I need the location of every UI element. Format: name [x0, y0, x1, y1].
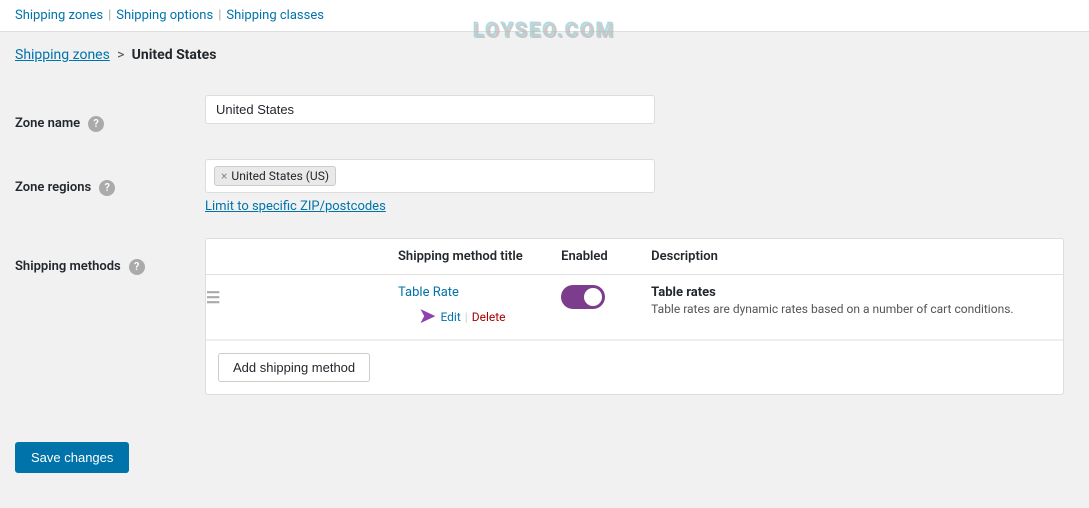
zone-name-input[interactable]: [205, 95, 655, 124]
save-changes-button[interactable]: Save changes: [15, 442, 129, 473]
main-content: Zone name ? Zone regions ?: [0, 73, 1089, 427]
add-method-wrap: Add shipping method: [206, 340, 1063, 394]
zone-regions-label: Zone regions: [15, 180, 91, 195]
method-desc-title: Table rates: [651, 285, 1051, 300]
method-row-0: ☰ Table Rate ➤ Edit: [206, 275, 1063, 340]
methods-table: Shipping method title Enabled Descriptio…: [206, 239, 1063, 340]
region-tag-remove[interactable]: ×: [221, 170, 227, 182]
method-delete-link[interactable]: Delete: [472, 310, 506, 324]
nav-shipping-options[interactable]: Shipping options: [116, 8, 213, 23]
nav-shipping-zones[interactable]: Shipping zones: [15, 8, 103, 23]
zip-postcodes-link[interactable]: Limit to specific ZIP/postcodes: [205, 199, 1064, 214]
nav-shipping-classes[interactable]: Shipping classes: [226, 8, 324, 23]
save-row: Save changes: [0, 427, 1089, 488]
region-tag-label: United States (US): [231, 169, 329, 183]
method-actions: ➤ Edit | Delete: [398, 304, 537, 329]
form-table: Zone name ? Zone regions ?: [15, 83, 1074, 407]
toggle-slider: [561, 285, 605, 309]
col-desc: Description: [639, 239, 1063, 275]
col-title: Shipping method title: [386, 239, 549, 275]
nav-sep-1: |: [108, 8, 111, 23]
method-desc-text: Table rates are dynamic rates based on a…: [651, 302, 1051, 316]
zone-regions-help[interactable]: ?: [99, 180, 115, 196]
region-tag-us: × United States (US): [214, 166, 336, 186]
breadcrumb-current: United States: [132, 47, 217, 63]
col-enabled: Enabled: [549, 239, 639, 275]
methods-table-header: Shipping method title Enabled Descriptio…: [206, 239, 1063, 275]
shipping-methods-row: Shipping methods ? Shipping method title…: [15, 226, 1074, 407]
col-drag: [206, 239, 386, 275]
shipping-methods-help[interactable]: ?: [129, 259, 145, 275]
method-title: Table Rate: [398, 285, 459, 300]
nav-sep-2: |: [218, 8, 221, 23]
zone-name-row: Zone name ?: [15, 83, 1074, 147]
breadcrumb: Shipping zones > United States: [0, 32, 1089, 73]
zone-name-help[interactable]: ?: [88, 116, 104, 132]
breadcrumb-arrow: >: [117, 47, 124, 63]
zone-regions-field[interactable]: × United States (US): [205, 159, 655, 193]
zone-name-label: Zone name: [15, 116, 80, 131]
top-nav: Shipping zones | Shipping options | Ship…: [0, 0, 1089, 32]
method-name: Table Rate ➤ Edit | Delete: [398, 285, 537, 329]
add-shipping-method-button[interactable]: Add shipping method: [218, 353, 370, 382]
methods-table-wrap: Shipping method title Enabled Descriptio…: [205, 238, 1064, 395]
zone-regions-row: Zone regions ? × United States (US) Limi…: [15, 147, 1074, 226]
arrow-pointer-icon: ➤: [418, 304, 436, 329]
breadcrumb-back-link[interactable]: Shipping zones: [15, 47, 110, 63]
method-action-sep: |: [465, 310, 468, 324]
method-edit-link[interactable]: Edit: [440, 310, 460, 324]
drag-handle[interactable]: ☰: [206, 288, 220, 307]
shipping-methods-label: Shipping methods: [15, 259, 121, 274]
method-enabled-toggle[interactable]: [561, 285, 605, 309]
